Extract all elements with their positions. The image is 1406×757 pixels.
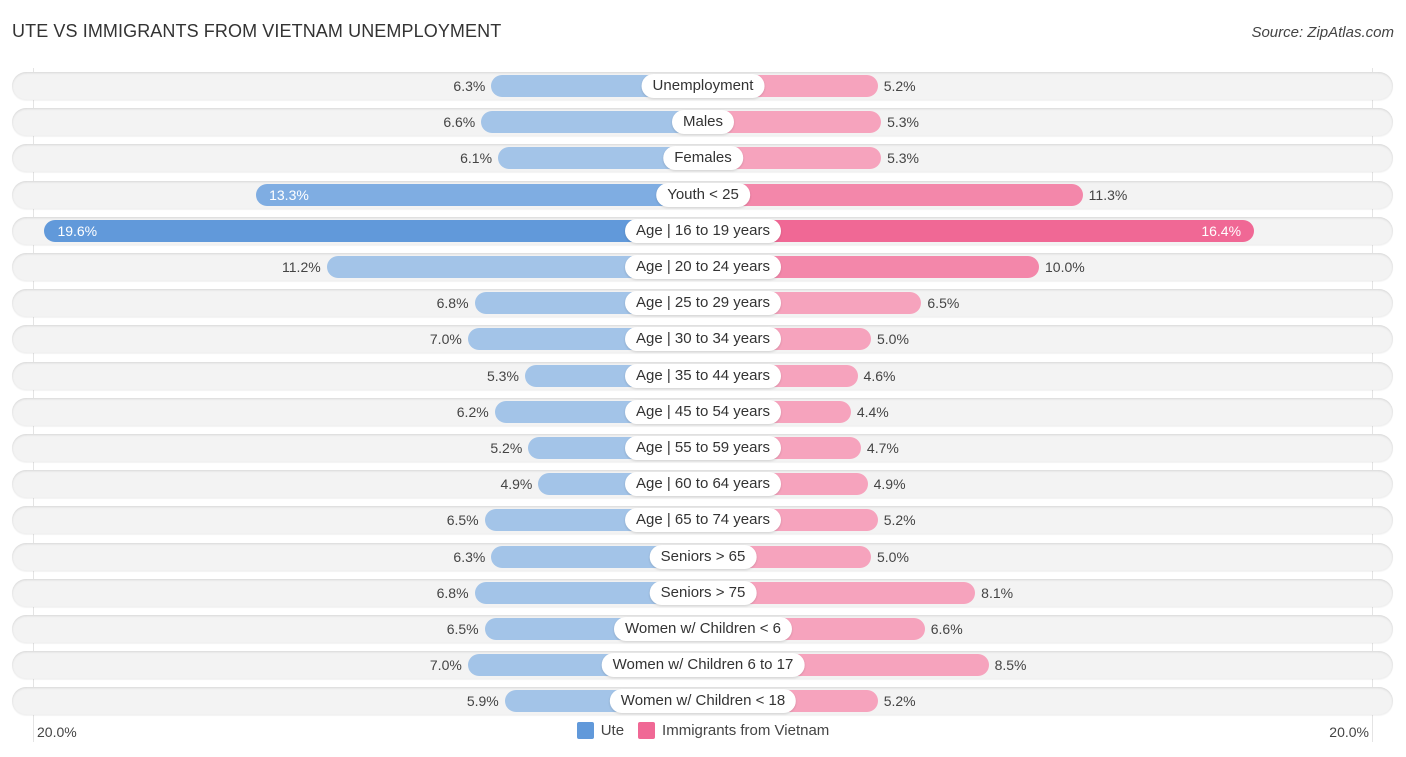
value-label-immigrants-from-vietnam-age-60-to-64-years: 4.9% <box>873 476 906 493</box>
category-label-age-55-to-59-years: Age | 55 to 59 years <box>625 436 781 460</box>
value-label-immigrants-from-vietnam-females: 5.3% <box>887 150 919 167</box>
value-label-ute-age-45-to-54-years: 6.2% <box>456 403 489 420</box>
value-label-immigrants-from-vietnam-age-65-to-74-years: 5.2% <box>883 512 916 529</box>
value-label-immigrants-from-vietnam-unemployment: 5.2% <box>883 78 916 94</box>
value-label-immigrants-from-vietnam-males: 5.3% <box>887 114 919 131</box>
legend-item-ute[interactable]: Ute <box>576 722 625 739</box>
legend-label-ute: Ute <box>600 722 625 739</box>
legend-swatch-ute <box>576 722 594 739</box>
category-label-seniors-65: Seniors > 65 <box>649 544 757 569</box>
value-label-immigrants-from-vietnam-age-25-to-29-years: 6.5% <box>927 295 960 312</box>
value-label-ute-age-35-to-44-years: 5.3% <box>487 367 519 384</box>
value-label-ute-age-20-to-24-years: 11.2% <box>282 259 321 275</box>
bar-immigrants-from-vietnam-age-16-to-19-years[interactable] <box>703 219 1255 242</box>
value-label-ute-females: 6.1% <box>460 150 493 167</box>
category-label-women-w-children-6: Women w/ Children < 6 <box>613 617 793 641</box>
value-label-ute-unemployment: 6.3% <box>453 78 486 94</box>
value-label-immigrants-from-vietnam-age-35-to-44-years: 4.6% <box>863 367 896 384</box>
value-label-immigrants-from-vietnam-age-30-to-34-years: 5.0% <box>877 331 909 348</box>
value-label-immigrants-from-vietnam-age-55-to-59-years: 4.7% <box>866 440 899 456</box>
bar-ute-youth-25[interactable] <box>256 183 703 206</box>
value-label-immigrants-from-vietnam-women-w-children-6: 6.6% <box>930 621 963 637</box>
category-label-age-20-to-24-years: Age | 20 to 24 years <box>625 255 781 279</box>
value-label-ute-age-65-to-74-years: 6.5% <box>446 512 479 529</box>
value-label-ute-women-w-children-6-to-17: 7.0% <box>429 657 462 674</box>
value-label-ute-males: 6.6% <box>443 114 476 131</box>
value-label-immigrants-from-vietnam-age-16-to-19-years: 16.4% <box>1201 222 1242 239</box>
value-label-immigrants-from-vietnam-youth-25: 11.3% <box>1088 186 1128 203</box>
category-label-women-w-children-18: Women w/ Children < 18 <box>609 689 797 714</box>
category-label-seniors-75: Seniors > 75 <box>649 580 757 605</box>
bar-immigrants-from-vietnam-youth-25[interactable] <box>703 183 1083 206</box>
value-label-ute-women-w-children-6: 6.5% <box>446 621 479 637</box>
value-label-ute-age-30-to-34-years: 7.0% <box>429 331 462 348</box>
value-label-ute-age-55-to-59-years: 5.2% <box>490 440 523 456</box>
category-label-age-65-to-74-years: Age | 65 to 74 years <box>625 508 781 533</box>
value-label-ute-seniors-75: 6.8% <box>436 584 469 601</box>
diverging-bar-chart: 6.3% 5.2% Unemployment 6.6% 5.3% Males 6.1% 5.3… <box>0 0 1406 757</box>
value-label-immigrants-from-vietnam-seniors-65: 5.0% <box>877 548 909 565</box>
legend: Ute Immigrants from Vietnam <box>0 722 1406 739</box>
category-label-youth-25: Youth < 25 <box>656 182 750 207</box>
value-label-immigrants-from-vietnam-seniors-75: 8.1% <box>981 584 1014 601</box>
value-label-immigrants-from-vietnam-age-45-to-54-years: 4.4% <box>856 403 889 420</box>
value-label-ute-age-25-to-29-years: 6.8% <box>436 295 469 312</box>
category-label-females: Females <box>663 146 743 171</box>
category-label-age-25-to-29-years: Age | 25 to 29 years <box>625 291 781 316</box>
value-label-ute-youth-25: 13.3% <box>269 186 309 203</box>
value-label-immigrants-from-vietnam-women-w-children-6-to-17: 8.5% <box>994 657 1027 674</box>
bar-ute-age-16-to-19-years[interactable] <box>44 219 703 242</box>
legend-label-immigrants-from-vietnam: Immigrants from Vietnam <box>662 722 830 739</box>
category-label-males: Males <box>671 110 735 135</box>
category-label-unemployment: Unemployment <box>641 74 765 98</box>
value-label-immigrants-from-vietnam-women-w-children-18: 5.2% <box>883 693 916 710</box>
category-label-age-16-to-19-years: Age | 16 to 19 years <box>625 218 781 243</box>
value-label-immigrants-from-vietnam-age-20-to-24-years: 10.0% <box>1045 259 1085 275</box>
value-label-ute-seniors-65: 6.3% <box>453 548 486 565</box>
category-label-age-60-to-64-years: Age | 60 to 64 years <box>625 472 781 497</box>
value-label-ute-women-w-children-18: 5.9% <box>466 693 499 710</box>
legend-swatch-immigrants-from-vietnam <box>638 722 656 739</box>
category-label-age-35-to-44-years: Age | 35 to 44 years <box>625 363 781 388</box>
bar-ute-males[interactable] <box>481 111 703 134</box>
value-label-ute-age-60-to-64-years: 4.9% <box>500 476 533 493</box>
value-label-ute-age-16-to-19-years: 19.6% <box>57 222 98 239</box>
category-label-age-30-to-34-years: Age | 30 to 34 years <box>625 327 781 352</box>
legend-item-immigrants-from-vietnam[interactable]: Immigrants from Vietnam <box>638 722 829 739</box>
category-label-age-45-to-54-years: Age | 45 to 54 years <box>625 399 781 424</box>
category-label-women-w-children-6-to-17: Women w/ Children 6 to 17 <box>601 653 805 678</box>
